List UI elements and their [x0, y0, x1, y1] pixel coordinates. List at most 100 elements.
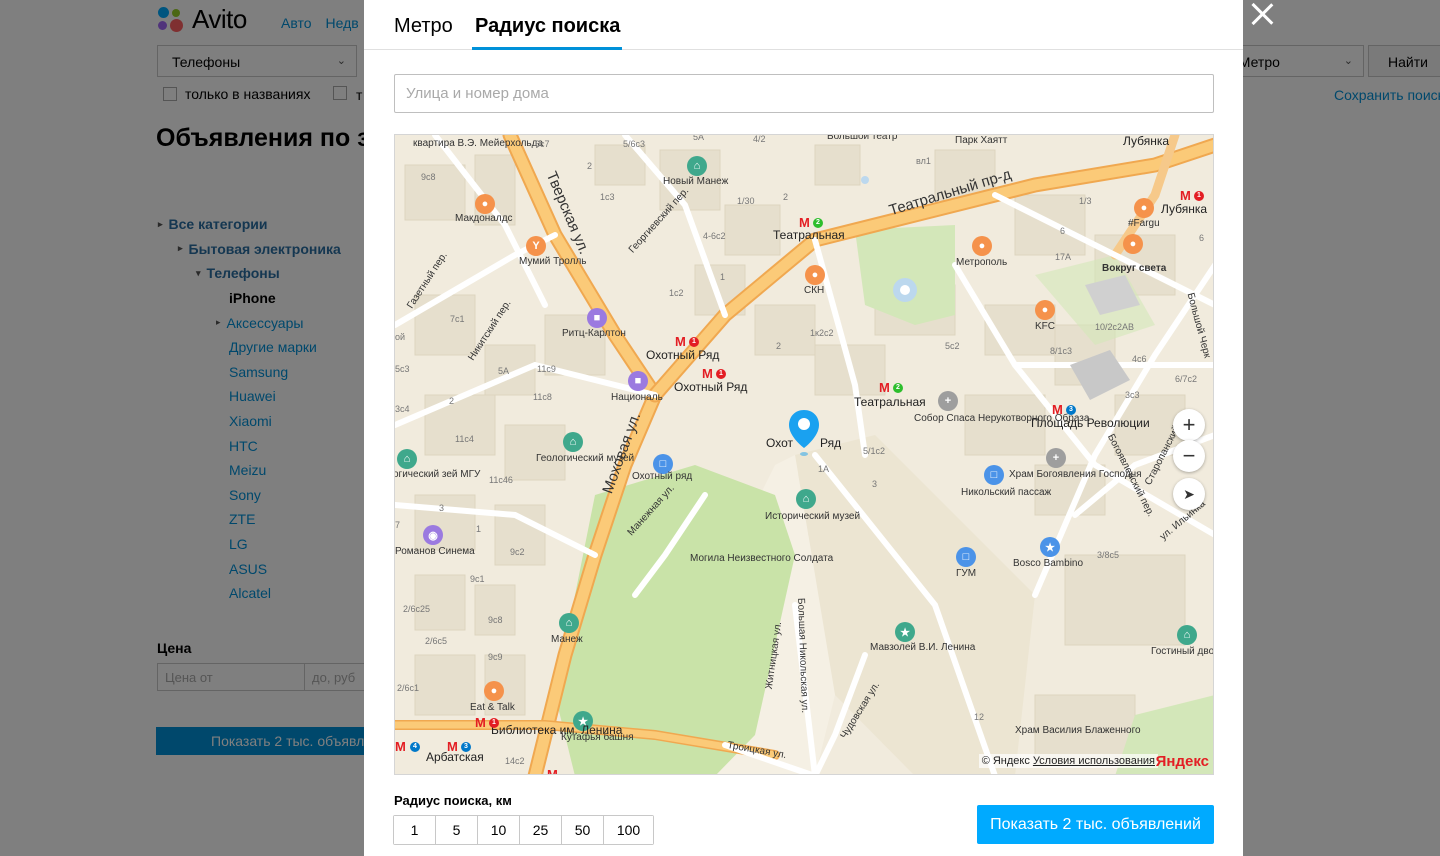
house-number: 9с9	[488, 652, 503, 662]
house-number: 1с2	[669, 288, 684, 298]
metro-icon: M	[702, 366, 713, 381]
house-number: 5А	[498, 366, 510, 376]
restaurant-icon[interactable]: ●	[972, 236, 992, 256]
place-label: квартира В.Э. Мейерхольда	[413, 138, 543, 149]
house-number: 1	[476, 524, 482, 534]
museum-icon[interactable]: ⌂	[687, 156, 707, 176]
radius-option-10[interactable]: 10	[478, 816, 520, 844]
house-number: 1А	[818, 464, 830, 474]
house-number: 1с3	[600, 192, 615, 202]
place-label: KFC	[1035, 321, 1055, 332]
place-label: Гостиный дво	[1151, 646, 1214, 657]
cinema-icon[interactable]: ◉	[423, 525, 443, 545]
house-number: 14с2	[505, 756, 525, 766]
house-number: 6	[1199, 233, 1205, 243]
house-number: 17А	[1055, 252, 1072, 262]
place-label: Bosco Bambino	[1013, 558, 1084, 569]
radius-option-1[interactable]: 1	[394, 816, 436, 844]
house-number: 2/6с1	[397, 683, 420, 693]
museum-icon[interactable]: ⌂	[559, 613, 579, 633]
house-number: ой	[395, 332, 406, 342]
church-icon[interactable]: +	[1046, 448, 1066, 468]
tab-metro[interactable]: Метро	[394, 15, 453, 38]
museum-icon[interactable]: ⌂	[397, 449, 417, 469]
metro-icon: M	[675, 334, 686, 349]
place-label: Мавзолей В.И. Ленина	[870, 642, 976, 653]
museum-icon[interactable]: ⌂	[796, 489, 816, 509]
restaurant-icon[interactable]: ●	[1123, 234, 1143, 254]
place-label: Библиотека им. Ленина	[491, 723, 623, 737]
house-number: 2	[587, 161, 593, 171]
radius-option-25[interactable]: 25	[520, 816, 562, 844]
place-label: Ритц-Карлтон	[562, 328, 626, 339]
shopping-icon[interactable]: □	[956, 547, 976, 567]
terms-link[interactable]: Условия использования	[1033, 755, 1155, 767]
house-number: 4с6	[1132, 354, 1147, 364]
zoom-out-button[interactable]: −	[1173, 440, 1205, 472]
place-label: Никольский пассаж	[961, 487, 1052, 498]
house-number: 5А	[693, 134, 705, 142]
house-number: 3/8с5	[1097, 550, 1120, 560]
house-number: 3с4	[395, 404, 410, 414]
house-number: 1/30	[737, 196, 755, 206]
metro-icon: M	[1052, 402, 1063, 417]
metro-line-badge: 2	[893, 383, 903, 393]
yandex-map[interactable]: Тверская ул. Театральный пр-д Моховая ул…	[394, 134, 1214, 775]
restaurant-icon[interactable]: ●	[805, 265, 825, 285]
restaurant-icon[interactable]: ●	[1134, 198, 1154, 218]
church-icon[interactable]: +	[938, 391, 958, 411]
yandex-logo[interactable]: Яндекс	[1156, 753, 1209, 770]
house-number: 6	[1060, 226, 1066, 236]
location-modal: Метро Радиус поиска Улица и номер дома Т…	[364, 0, 1243, 856]
metro-label: Лубянка	[1161, 202, 1208, 216]
house-number: 11с9	[537, 364, 556, 374]
radius-option-100[interactable]: 100	[604, 816, 653, 844]
location-pin-icon[interactable]	[787, 408, 821, 458]
place-label: Собор Спаса Нерукотворного Образа	[914, 413, 1089, 424]
restaurant-icon[interactable]: ●	[475, 194, 495, 214]
house-number: 9с2	[510, 547, 525, 557]
radius-option-50[interactable]: 50	[562, 816, 604, 844]
hotel-icon[interactable]: ■	[628, 371, 648, 391]
house-number: 11с4	[455, 434, 474, 444]
radius-option-5[interactable]: 5	[436, 816, 478, 844]
shopping-icon[interactable]: ★	[1040, 537, 1060, 557]
museum-icon[interactable]: ⌂	[1177, 625, 1197, 645]
zoom-in-button[interactable]: +	[1173, 409, 1205, 441]
house-number: 1к2с2	[810, 328, 834, 338]
house-number: 3с3	[1125, 390, 1140, 400]
house-number: 4-6с2	[703, 231, 726, 241]
active-tab-indicator	[472, 47, 622, 50]
place-label: #Fargu	[1128, 218, 1160, 229]
house-number: 6с7	[535, 139, 550, 149]
place-label: Парк Хаятт	[955, 135, 1008, 146]
hotel-icon[interactable]: ■	[587, 308, 607, 328]
landmark-icon[interactable]: ★	[895, 622, 915, 642]
metro-icon: M	[547, 767, 558, 775]
map-attribution: © Яндекс Условия использования	[978, 754, 1158, 768]
bar-icon[interactable]: Y	[526, 236, 546, 256]
metro-icon: M	[395, 739, 406, 754]
house-number: 11с8	[533, 392, 552, 402]
metro-icon: M	[879, 380, 890, 395]
restaurant-icon[interactable]: ●	[1035, 300, 1055, 320]
show-results-button[interactable]: Показать 2 тыс. объявлений	[977, 805, 1214, 844]
restaurant-icon[interactable]: ●	[484, 681, 504, 701]
metro-line-badge: 1	[689, 337, 699, 347]
close-icon[interactable]	[1250, 0, 1274, 24]
metro-line-badge: 4	[410, 742, 420, 752]
shopping-icon[interactable]: □	[984, 465, 1004, 485]
tab-radius[interactable]: Радиус поиска	[475, 15, 620, 38]
geolocation-button[interactable]: ➤	[1173, 478, 1205, 510]
place-label: Романов Синема	[395, 546, 475, 557]
metro-label: Театральная	[773, 228, 845, 242]
place-label: Националь	[611, 392, 663, 403]
place-label: Мумий Тролль	[519, 256, 587, 267]
pin-label-left: Охот	[766, 436, 793, 450]
metro-icon: M	[1180, 188, 1191, 203]
museum-icon[interactable]: ⌂	[563, 432, 583, 452]
street-address-input[interactable]	[394, 74, 1214, 113]
place-label: Вокруг света	[1102, 263, 1167, 274]
house-number: 3	[872, 479, 878, 489]
map-controls: + − ➤	[1173, 409, 1205, 510]
